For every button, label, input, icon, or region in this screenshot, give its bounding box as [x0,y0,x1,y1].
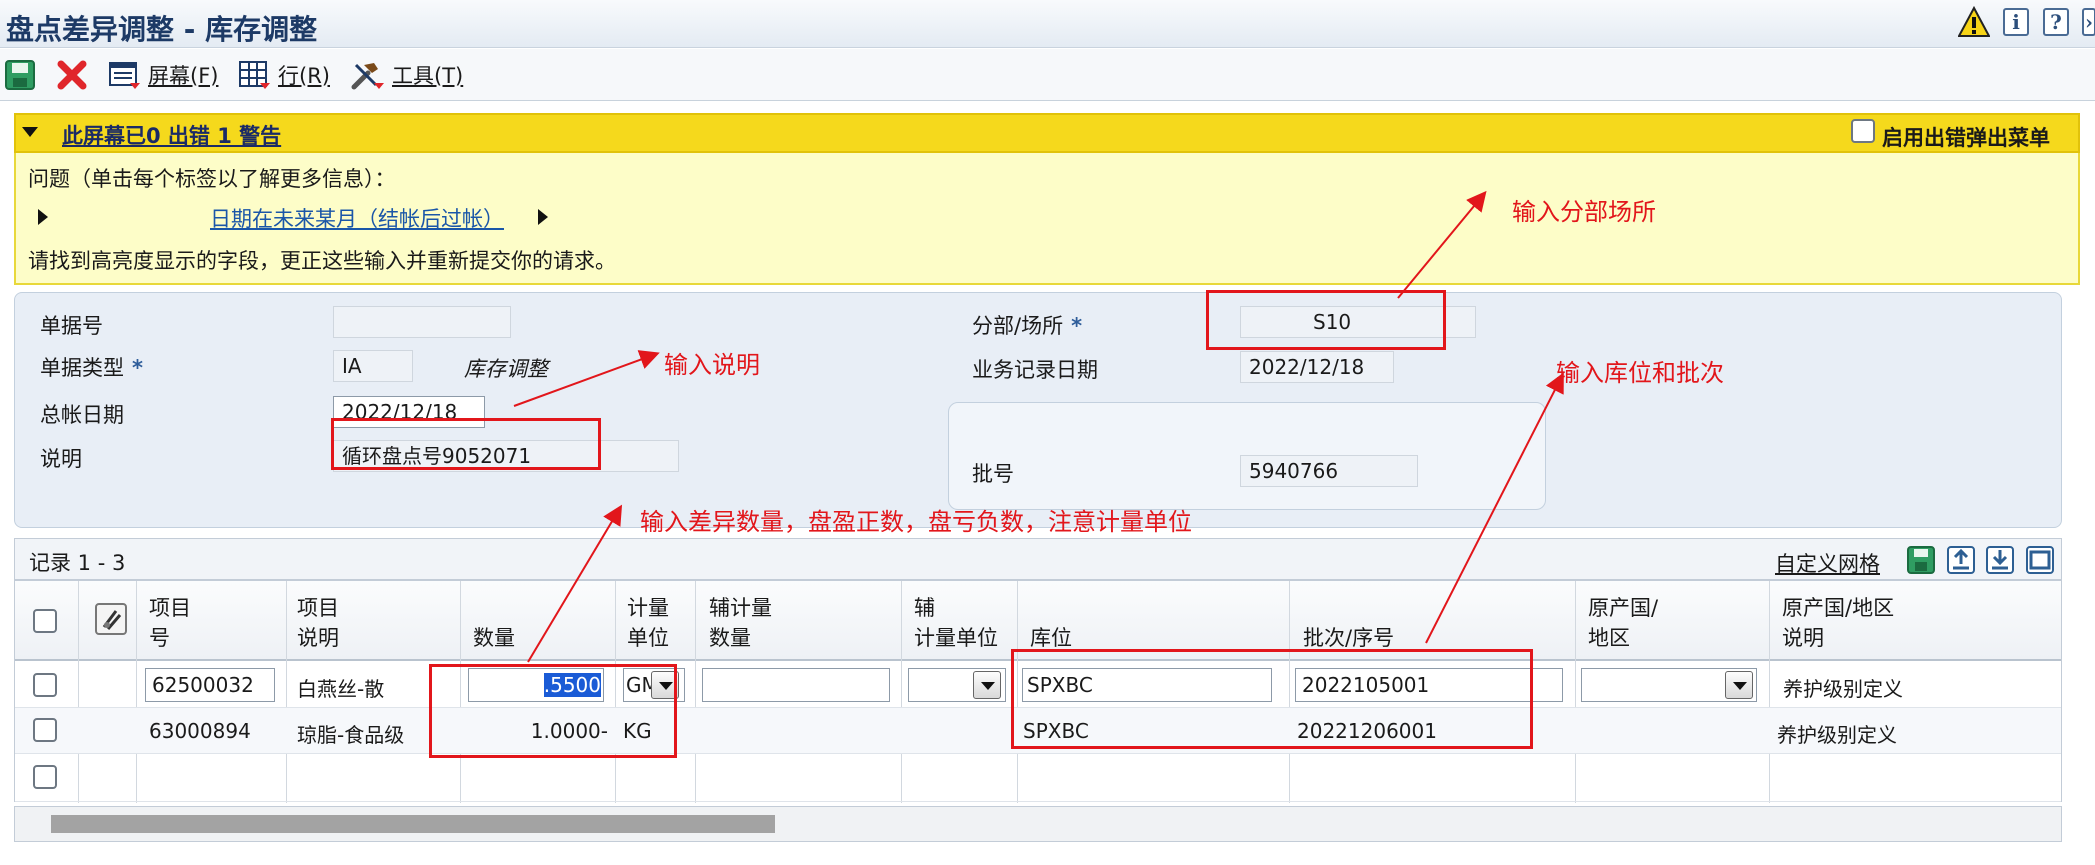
arrow-quantity [527,504,623,663]
arrow-location-lot [1425,372,1564,644]
arrow-branch [1397,190,1487,299]
annotation-quantity: 输入差异数量，盘盈正数，盘亏负数，注意计量单位 [640,508,1192,536]
annotation-arrows [513,190,1564,663]
annotation-explanation: 输入说明 [664,351,760,379]
annotation-branch: 输入分部场所 [1512,198,1656,226]
arrow-explanation [513,350,660,407]
annotation-location-lot: 输入库位和批次 [1556,359,1724,387]
